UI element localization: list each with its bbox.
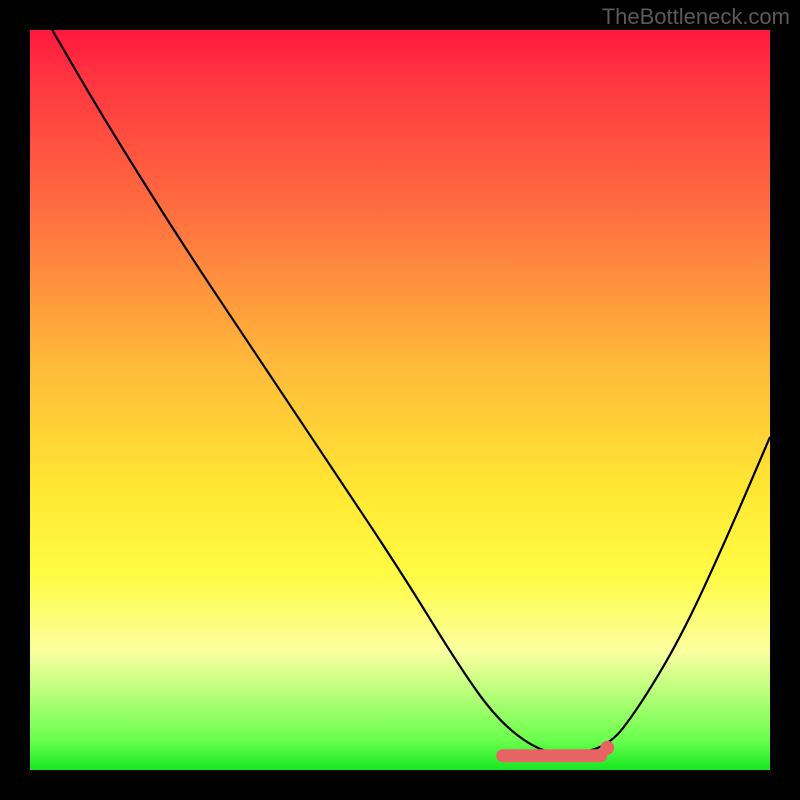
attribution-text: TheBottleneck.com [602, 4, 790, 30]
chart-plot-area [30, 30, 770, 770]
bottleneck-curve [30, 30, 770, 770]
